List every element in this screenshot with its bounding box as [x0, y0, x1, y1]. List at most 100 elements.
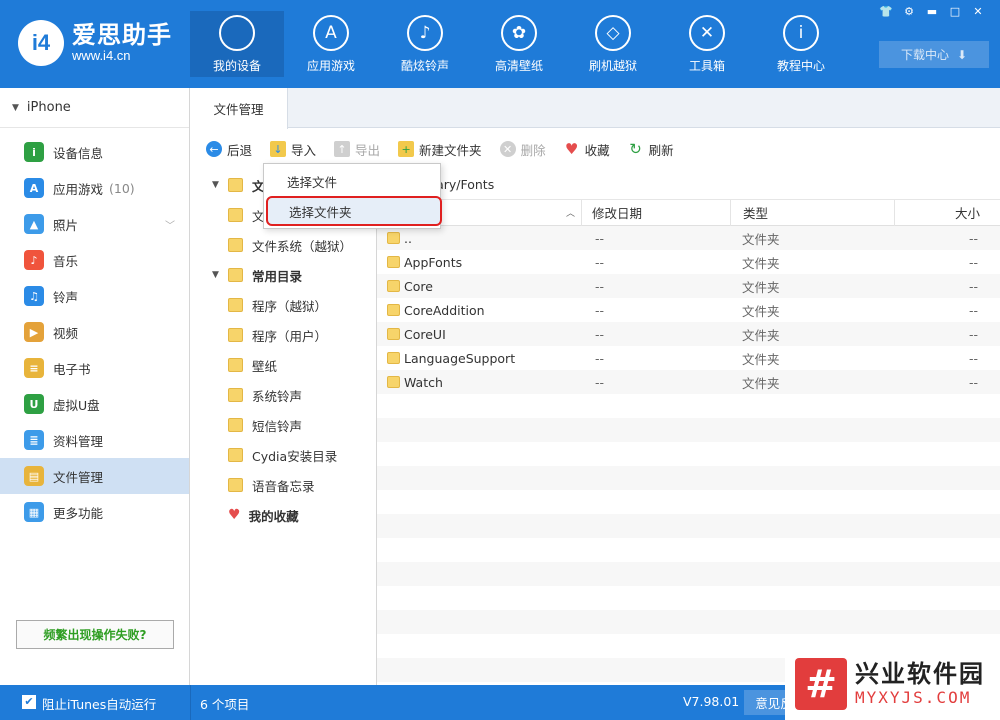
tab-file-manager[interactable]: 文件管理 [190, 88, 288, 129]
cell-type: 文件夹 [742, 279, 780, 295]
sidebar-item-label: 更多功能 [53, 505, 104, 521]
back-label: 后退 [227, 142, 253, 158]
appstore-icon: A [313, 15, 349, 51]
menu-item-select-folder[interactable]: 选择文件夹 [266, 196, 442, 226]
file-name: LanguageSupport [404, 350, 516, 366]
column-modified[interactable]: 修改日期 [581, 199, 730, 226]
help-button[interactable]: 频繁出现操作失败? [16, 620, 174, 649]
file-name: Core [404, 278, 433, 294]
sidebar-item-3[interactable]: ♪ 音乐 [0, 242, 189, 278]
back-button[interactable]: ← 后退 [206, 140, 252, 159]
cell-type: 文件夹 [742, 375, 780, 391]
column-type-label: 类型 [743, 206, 769, 221]
tree-item-common-1[interactable]: 程序（用户） [190, 320, 376, 350]
folder-icon [228, 298, 243, 312]
cell-modified: -- [595, 230, 605, 246]
empty-row [377, 394, 1000, 418]
sidebar-item-10[interactable]: ▦ 更多功能 [0, 494, 189, 530]
gear-icon[interactable]: ⚙ [899, 4, 919, 20]
import-button[interactable]: ↓ 导入 [270, 140, 316, 159]
folder-icon [228, 418, 243, 432]
version-label: V7.98.01 [683, 694, 740, 709]
import-icon: ↓ [270, 141, 287, 157]
cell-modified: -- [595, 350, 605, 366]
device-selector[interactable]: ▼ iPhone [0, 88, 189, 128]
table-row[interactable]: .. -- 文件夹 -- [377, 226, 1000, 250]
watermark-logo-icon: # [795, 657, 847, 710]
tree-label: 文件系统（越狱） [252, 238, 353, 254]
shirt-icon[interactable]: 👕 [876, 4, 896, 20]
sidebar-item-label: 视频 [53, 325, 79, 341]
favorite-button[interactable]: ♥ 收藏 [564, 140, 610, 159]
cell-size: -- [968, 374, 978, 390]
column-type[interactable]: 类型 [730, 199, 894, 226]
table-header: 称 ︿ 修改日期 类型 大小 [377, 199, 1000, 226]
download-center-button[interactable]: 下载中心 ⬇ [879, 41, 989, 68]
folder-icon [387, 304, 400, 316]
sidebar-item-4[interactable]: ♫ 铃声 [0, 278, 189, 314]
file-name: AppFonts [404, 254, 463, 270]
nav-item-0[interactable]: 我的设备 [190, 11, 284, 77]
table-row[interactable]: CoreAddition -- 文件夹 -- [377, 298, 1000, 322]
nav-item-3[interactable]: ✿ 高清壁纸 [472, 11, 566, 77]
table-row[interactable]: Watch -- 文件夹 -- [377, 370, 1000, 394]
cell-modified: -- [595, 374, 605, 390]
nav-item-6[interactable]: i 教程中心 [754, 11, 848, 77]
tree-item-common-0[interactable]: 程序（越狱） [190, 290, 376, 320]
cell-size: -- [968, 326, 978, 342]
file-name: Watch [404, 374, 443, 390]
nav-item-5[interactable]: ✕ 工具箱 [660, 11, 754, 77]
column-size[interactable]: 大小 [894, 199, 1000, 226]
cell-name: LanguageSupport [377, 346, 581, 370]
folder-tree: ▼ 文 文 文件系统（越狱） ▼ 常用目录 程序（越狱） 程序（用户） 壁纸 系统铃声… [190, 170, 377, 685]
tree-favorites[interactable]: ♥ 我的收藏 [190, 500, 376, 530]
new-folder-button[interactable]: + 新建文件夹 [398, 140, 482, 159]
sidebar-item-8[interactable]: ≣ 资料管理 [0, 422, 189, 458]
nav-item-4[interactable]: ◇ 刷机越狱 [566, 11, 660, 77]
top-bar: i4 爱思助手 www.i4.cn 我的设备 A 应用游戏 ♪ 酷炫铃声 ✿ 高清壁纸 ◇ 刷机… [0, 0, 1000, 88]
i4-logo-icon: i4 [18, 20, 64, 66]
tree-item-common-2[interactable]: 壁纸 [190, 350, 376, 380]
tree-root-common[interactable]: ▼ 常用目录 [190, 260, 376, 290]
tree-item-common-5[interactable]: Cydia安装目录 [190, 440, 376, 470]
minimize-icon[interactable]: ▬ [922, 4, 942, 20]
close-icon[interactable]: ✕ [968, 4, 988, 20]
table-row[interactable]: Core -- 文件夹 -- [377, 274, 1000, 298]
cell-name: .. [377, 226, 581, 250]
sidebar-item-1[interactable]: A 应用游戏 (10) [0, 170, 189, 206]
path-bar[interactable]: brary/Fonts [377, 170, 1000, 200]
delete-button[interactable]: ✕ 删除 [499, 140, 546, 159]
flower-icon: ✿ [501, 15, 537, 51]
sidebar-item-9[interactable]: ▤ 文件管理 [0, 458, 189, 494]
tree-item-common-4[interactable]: 短信铃声 [190, 410, 376, 440]
tree-item-common-6[interactable]: 语音备忘录 [190, 470, 376, 500]
apps-icon: A [24, 178, 44, 198]
export-button[interactable]: ↑ 导出 [334, 140, 380, 159]
tools-icon: ✕ [689, 15, 725, 51]
menu-item-select-file[interactable]: 选择文件 [264, 166, 440, 196]
sort-up-icon: ︿ [565, 209, 575, 219]
tree-item-filesystem-jailbreak[interactable]: 文件系统（越狱） [190, 230, 376, 260]
maximize-icon[interactable]: □ [945, 4, 965, 20]
sidebar-item-label: 虚拟U盘 [53, 397, 100, 413]
chevron-down-icon[interactable]: ﹀ [165, 217, 175, 232]
new-folder-icon: + [398, 141, 415, 157]
refresh-button[interactable]: ↻ 刷新 [628, 140, 673, 159]
sidebar-item-0[interactable]: i 设备信息 [0, 134, 189, 170]
sidebar-item-5[interactable]: ▶ 视频 [0, 314, 189, 350]
empty-row [377, 490, 1000, 514]
nav-item-2[interactable]: ♪ 酷炫铃声 [378, 11, 472, 77]
tree-item-common-3[interactable]: 系统铃声 [190, 380, 376, 410]
nav-item-1[interactable]: A 应用游戏 [284, 11, 378, 77]
sidebar-item-2[interactable]: ▲ 照片 ﹀ [0, 206, 189, 242]
sidebar-item-7[interactable]: U 虚拟U盘 [0, 386, 189, 422]
table-row[interactable]: LanguageSupport -- 文件夹 -- [377, 346, 1000, 370]
table-row[interactable]: AppFonts -- 文件夹 -- [377, 250, 1000, 274]
table-row[interactable]: CoreUI -- 文件夹 -- [377, 322, 1000, 346]
column-modified-label: 修改日期 [592, 206, 643, 221]
folder-icon [387, 328, 400, 340]
more-icon: ▦ [24, 502, 44, 522]
window-controls: 👕 ⚙ ▬ □ ✕ [873, 4, 988, 20]
itunes-block-checkbox[interactable]: ✔ [22, 695, 36, 709]
sidebar-item-6[interactable]: ≡ 电子书 [0, 350, 189, 386]
